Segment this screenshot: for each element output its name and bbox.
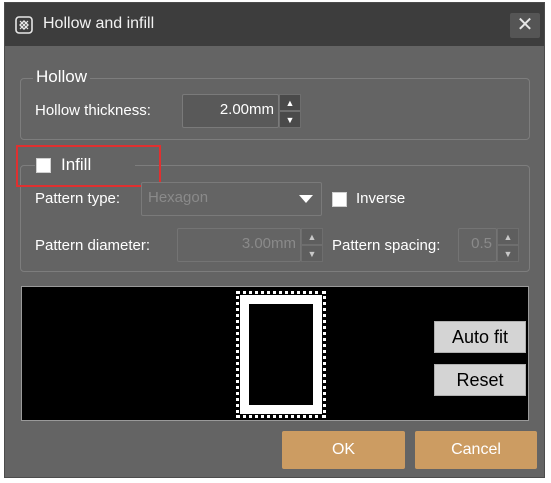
pattern-spacing-input[interactable]: 0.5	[458, 228, 497, 262]
close-icon: ✕	[516, 14, 534, 36]
close-button[interactable]: ✕	[510, 13, 540, 38]
reset-button[interactable]: Reset	[434, 364, 526, 396]
pattern-type-label: Pattern type:	[35, 190, 121, 207]
hollow-thickness-label: Hollow thickness:	[35, 102, 151, 119]
pattern-diameter-label: Pattern diameter:	[35, 237, 151, 254]
pattern-spacing-stepper: ▲ ▼	[497, 228, 520, 262]
infill-label: Infill	[61, 155, 92, 174]
pattern-spacing-label: Pattern spacing:	[332, 237, 441, 254]
pattern-spacing-decrement-button[interactable]: ▼	[497, 245, 519, 262]
chevron-down-icon	[299, 195, 313, 203]
auto-fit-button[interactable]: Auto fit	[434, 321, 526, 353]
pattern-type-value: Hexagon	[148, 189, 209, 206]
pattern-diameter-increment-button[interactable]: ▲	[301, 228, 323, 245]
inverse-checkbox[interactable]	[332, 192, 347, 207]
infill-checkbox[interactable]	[36, 158, 51, 173]
pattern-type-select[interactable]: Hexagon	[141, 182, 322, 216]
ok-button[interactable]: OK	[282, 431, 405, 469]
pattern-spacing-increment-button[interactable]: ▲	[497, 228, 519, 245]
preview-area[interactable]: Auto fit Reset	[21, 286, 529, 421]
hollow-thickness-increment-button[interactable]: ▲	[279, 94, 301, 111]
hollow-thickness-input[interactable]: 2.00mm	[182, 94, 279, 128]
dialog-title: Hollow and infill	[43, 15, 155, 32]
hollow-legend: Hollow	[33, 67, 91, 87]
cancel-button[interactable]: Cancel	[415, 431, 537, 469]
infill-toggle[interactable]: Infill	[35, 155, 135, 177]
title-bar: Hollow and infill ✕	[5, 3, 544, 46]
hollow-thickness-stepper: ▲ ▼	[279, 94, 302, 128]
pattern-diameter-input[interactable]: 3.00mm	[177, 228, 301, 262]
pattern-diameter-decrement-button[interactable]: ▼	[301, 245, 323, 262]
preview-shape	[240, 295, 322, 414]
pattern-diameter-stepper: ▲ ▼	[301, 228, 324, 262]
inverse-label: Inverse	[356, 190, 406, 207]
hollow-thickness-decrement-button[interactable]: ▼	[279, 111, 301, 128]
hollow-infill-dialog: Hollow and infill ✕ Hollow Hollow thickn…	[4, 2, 545, 478]
hollow-infill-icon	[15, 16, 33, 34]
